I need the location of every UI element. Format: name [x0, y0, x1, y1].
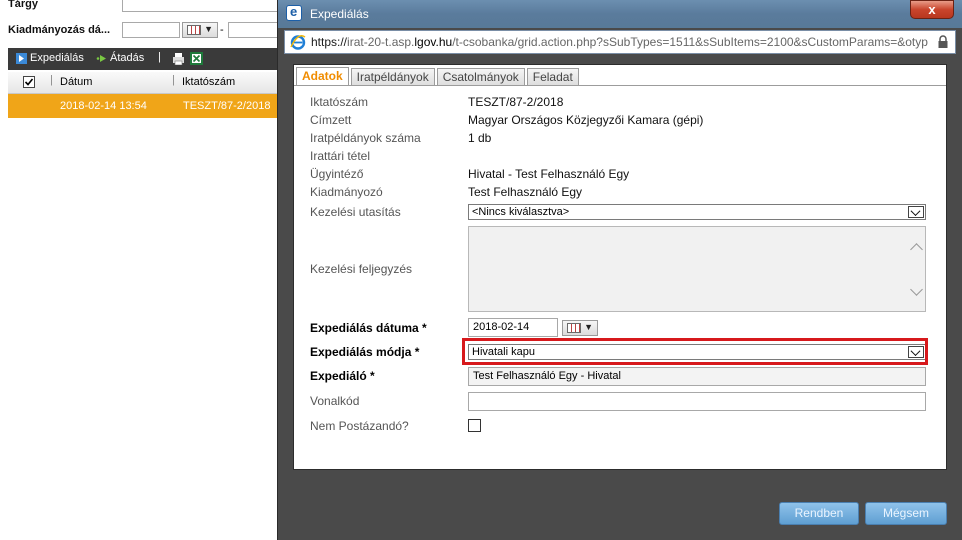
kezelesi-utasitas-select[interactable]: <Nincs kiválasztva>: [468, 204, 926, 220]
peldanyok-label: Iratpéldányok száma: [310, 131, 421, 145]
window-titlebar[interactable]: e Expediálás x: [278, 0, 962, 28]
expedialo-label: Expediáló *: [310, 369, 375, 383]
address-bar: https://irat-20-t.asp.lgov.hu/t-csobanka…: [284, 30, 956, 54]
megsem-button[interactable]: Mégsem: [865, 502, 947, 525]
cimzett-label: Címzett: [310, 113, 352, 127]
grid-header: | Dátum | Iktatószám: [8, 72, 278, 94]
arrow-right-icon: [16, 52, 27, 64]
rendben-button[interactable]: Rendben: [779, 502, 859, 525]
chevron-down-icon: ▼: [584, 322, 593, 332]
kezelesi-utasitas-value: <Nincs kiválasztva>: [472, 206, 570, 218]
tab-iratpeldanyok[interactable]: Iratpéldányok: [350, 68, 435, 85]
highlight-box: [462, 338, 928, 365]
row-datum: 2018-02-14 13:54: [60, 100, 147, 112]
select-all-checkbox[interactable]: [23, 76, 35, 88]
irattari-tetel-label: Irattári tétel: [310, 149, 371, 163]
date-to-input[interactable]: [228, 22, 280, 38]
date-label: Kiadmányozás dá...: [8, 24, 111, 36]
column-header-datum[interactable]: Dátum: [60, 76, 92, 88]
close-icon: x: [928, 2, 936, 17]
date-separator: -: [220, 24, 224, 36]
kiadmanyozo-label: Kiadmányozó: [310, 185, 383, 199]
exp-modja-label: Expediálás módja *: [310, 345, 420, 359]
excel-icon[interactable]: [190, 52, 203, 65]
tab-divider: [294, 85, 946, 86]
chevron-down-icon: ▼: [204, 24, 213, 34]
lock-icon: [938, 35, 948, 48]
exp-datum-label: Expediálás dátuma *: [310, 321, 427, 335]
atadas-label: Átadás: [110, 52, 145, 64]
grid-toolbar: Expediálás Átadás |: [8, 48, 278, 70]
grid-body: [8, 118, 279, 540]
expedialas-label: Expediálás: [30, 52, 84, 64]
cimzett-value: Magyar Országos Közjegyzői Kamara (gépi): [468, 113, 704, 127]
kezelesi-feljegyzes-label: Kezelési feljegyzés: [310, 262, 413, 276]
iktatoszam-value: TESZT/87-2/2018: [468, 95, 564, 109]
row-iktatoszam: TESZT/87-2/2018: [183, 100, 271, 112]
peldanyok-value: 1 db: [468, 131, 492, 145]
iktatoszam-label: Iktatószám: [310, 95, 369, 109]
kezelesi-utasitas-label: Kezelési utasítás: [310, 205, 401, 219]
expedialo-input[interactable]: Test Felhasználó Egy - Hivatal: [468, 367, 926, 386]
kezelesi-feljegyzes-textarea[interactable]: [468, 226, 926, 312]
scroll-down-icon[interactable]: [910, 283, 923, 296]
exp-datum-calendar-button[interactable]: ▼: [562, 320, 598, 336]
expedialas-window: e Expediálás x https://irat-20-t.asp.lgo…: [277, 0, 962, 540]
subject-input[interactable]: [122, 0, 282, 12]
forward-arrow-icon: [96, 54, 106, 62]
calendar-button[interactable]: ▼: [182, 22, 218, 38]
toolbar-separator: |: [158, 51, 161, 63]
scroll-up-icon[interactable]: [910, 243, 923, 256]
calendar-icon: [187, 25, 201, 35]
close-button[interactable]: x: [910, 0, 954, 19]
date-from-input[interactable]: [122, 22, 180, 38]
subject-label: Tárgy: [8, 0, 38, 10]
nem-postazando-checkbox[interactable]: [468, 419, 481, 432]
ie-window-icon: e: [286, 4, 302, 21]
window-title: Expediálás: [310, 7, 369, 21]
tab-bar: Adatok Iratpéldányok Csatolmányok Felada…: [296, 67, 579, 85]
atadas-button[interactable]: Átadás: [96, 52, 144, 64]
tab-feladat[interactable]: Feladat: [526, 68, 579, 85]
tab-adatok[interactable]: Adatok: [296, 67, 349, 85]
ugyintezo-label: Ügyintéző: [310, 167, 364, 181]
calendar-icon: [567, 323, 581, 333]
ugyintezo-value: Hivatal - Test Felhasználó Egy: [468, 167, 630, 181]
vonalkod-label: Vonalkód: [310, 394, 360, 408]
ie-icon: [290, 35, 306, 50]
kiadmanyozo-value: Test Felhasználó Egy: [468, 185, 583, 199]
column-header-iktatoszam[interactable]: Iktatószám: [182, 76, 235, 88]
form-panel: Adatok Iratpéldányok Csatolmányok Felada…: [293, 64, 947, 470]
exp-datum-input[interactable]: 2018-02-14: [468, 318, 558, 337]
url-text: https://irat-20-t.asp.lgov.hu/t-csobanka…: [311, 35, 928, 49]
chevron-down-icon[interactable]: [908, 206, 924, 218]
vonalkod-input[interactable]: [468, 392, 926, 411]
tab-csatolmanyok[interactable]: Csatolmányok: [436, 68, 525, 85]
expedialas-button[interactable]: Expediálás: [16, 52, 84, 64]
print-icon[interactable]: [172, 53, 185, 65]
nem-postazando-label: Nem Postázandó?: [310, 419, 409, 433]
table-row[interactable]: 2018-02-14 13:54 TESZT/87-2/2018: [8, 94, 278, 118]
